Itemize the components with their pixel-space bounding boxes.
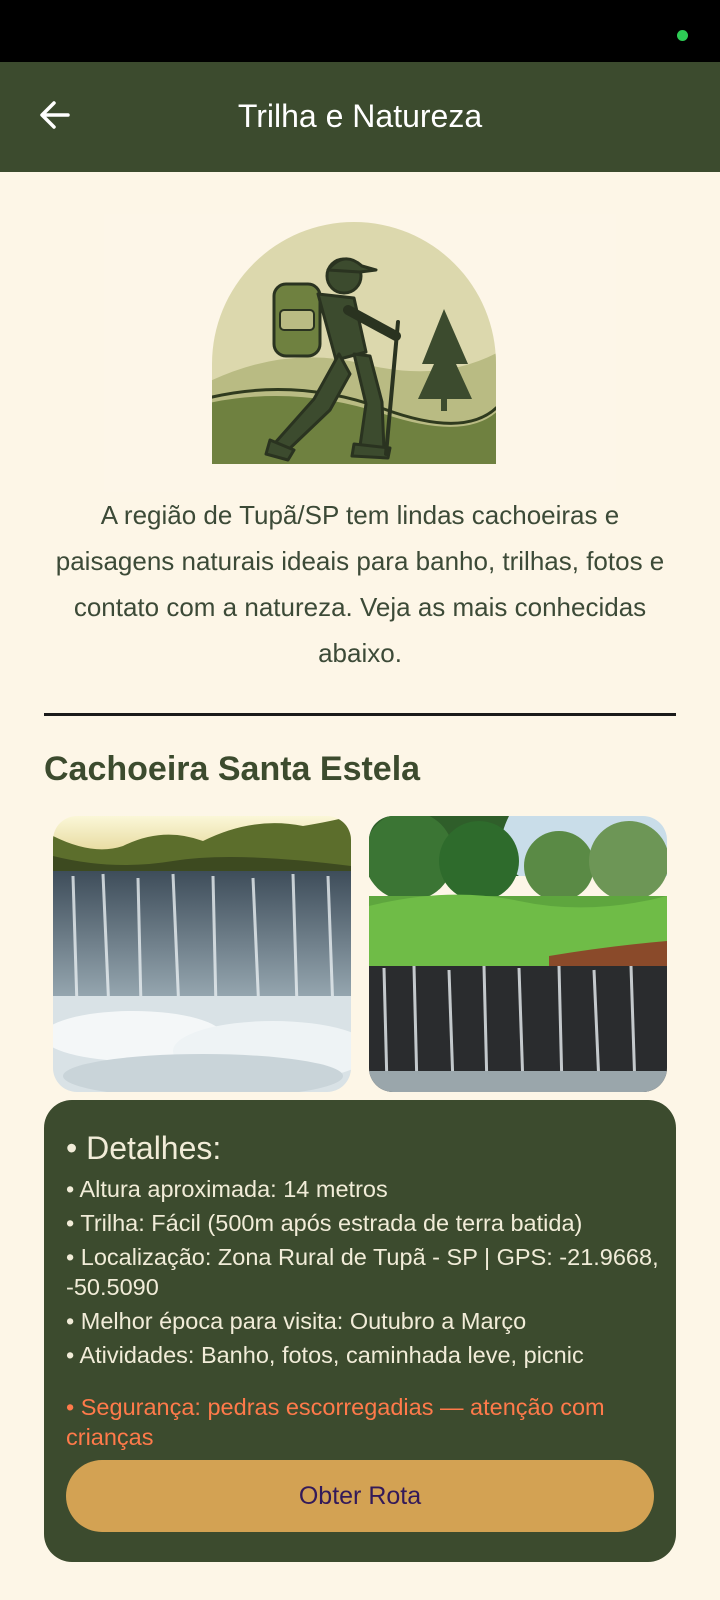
status-indicator-dot	[677, 30, 688, 41]
waterfall-image-2	[369, 816, 667, 1092]
waterfall-image-1	[53, 816, 351, 1092]
status-bar	[0, 0, 720, 62]
detail-trail: • Trilha: Fácil (500m após estrada de te…	[66, 1210, 583, 1236]
app-bar: Trilha e Natureza	[0, 62, 720, 172]
detail-location: • Localização: Zona Rural de Tupã - SP |…	[66, 1244, 659, 1300]
waterfall-photo-2[interactable]	[369, 816, 667, 1092]
section-divider	[44, 713, 676, 716]
details-heading: • Detalhes:	[66, 1130, 222, 1166]
hiker-illustration	[212, 222, 496, 464]
hero-illustration	[104, 214, 616, 492]
intro-text: A região de Tupã/SP tem lindas cachoeira…	[55, 500, 665, 668]
page-title: Trilha e Natureza	[237, 98, 483, 134]
safety-warning: • Segurança: pedras escorregadias — aten…	[66, 1394, 605, 1450]
waterfall-photo-1[interactable]	[53, 816, 351, 1092]
details-card: • Detalhes: • Altura aproximada: 14 metr…	[44, 1100, 676, 1562]
detail-height: • Altura aproximada: 14 metros	[66, 1176, 388, 1202]
detail-activities: • Atividades: Banho, fotos, caminhada le…	[66, 1342, 584, 1368]
detail-best-season: • Melhor época para visita: Outubro a Ma…	[66, 1308, 527, 1334]
details-list: • Altura aproximada: 14 metros • Trilha:…	[66, 1174, 666, 1374]
get-route-button[interactable]: Obter Rota	[66, 1460, 654, 1532]
waterfall-title: Cachoeira Santa Estela	[44, 750, 421, 788]
